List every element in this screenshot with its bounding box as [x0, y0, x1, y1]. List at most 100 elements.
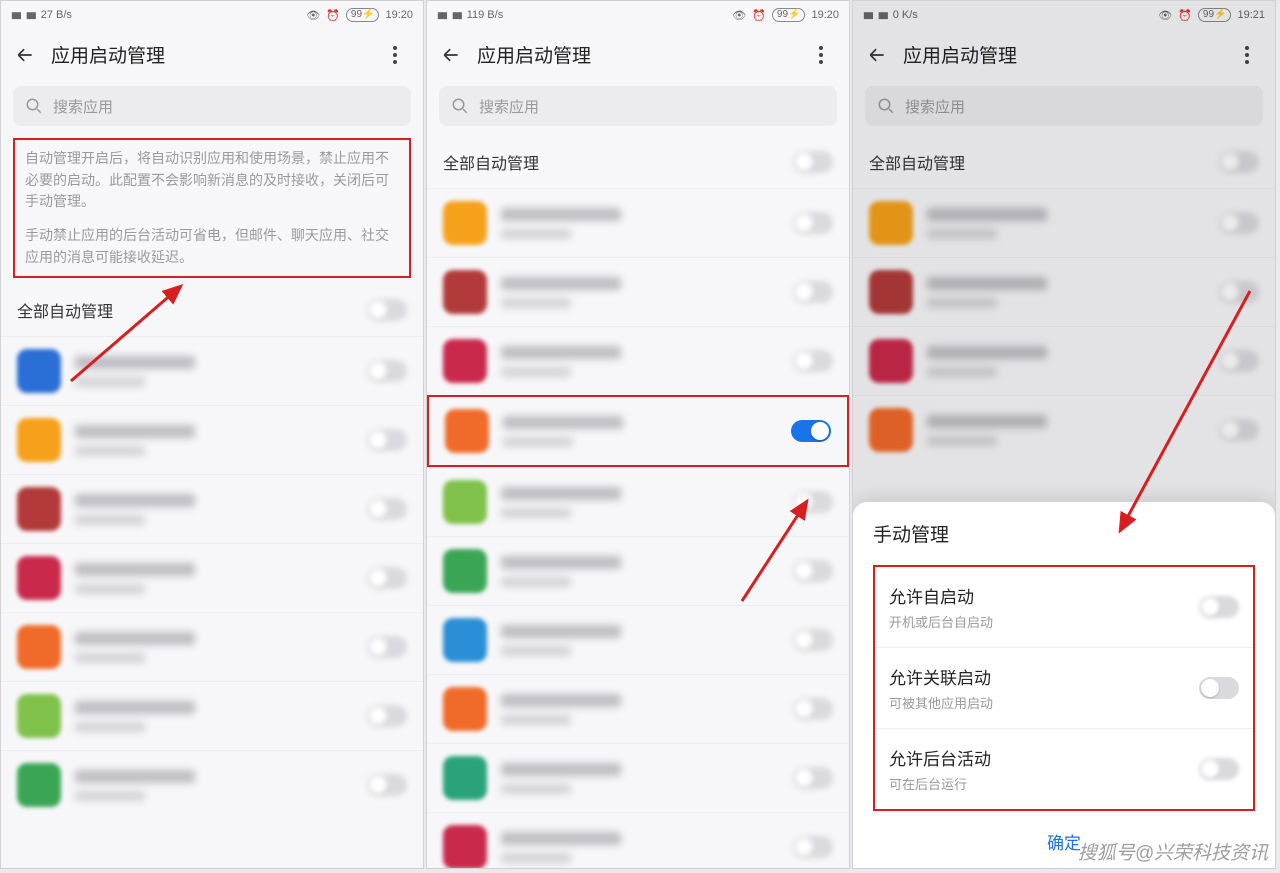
app-label — [503, 416, 777, 447]
app-toggle[interactable] — [367, 705, 407, 727]
back-icon[interactable] — [439, 43, 463, 67]
app-icon — [443, 687, 487, 731]
app-toggle[interactable] — [367, 498, 407, 520]
app-row[interactable] — [1, 681, 423, 750]
app-icon — [17, 556, 61, 600]
section-label: 全部自动管理 — [443, 150, 539, 174]
option-secondary-launch[interactable]: 允许关联启动 可被其他应用启动 — [875, 648, 1253, 729]
app-row[interactable] — [427, 743, 849, 812]
app-label — [501, 208, 779, 239]
battery-badge: 99⚡ — [346, 8, 380, 22]
clock: 19:21 — [1237, 9, 1265, 21]
app-row[interactable] — [427, 812, 849, 868]
app-toggle[interactable] — [367, 774, 407, 796]
battery-badge: 99⚡ — [772, 8, 806, 22]
more-icon[interactable] — [1235, 43, 1259, 67]
app-icon — [443, 201, 487, 245]
app-row[interactable] — [853, 395, 1275, 464]
app-list[interactable] — [427, 188, 849, 868]
app-label — [501, 694, 779, 725]
toggle-secondary-launch[interactable] — [1199, 677, 1239, 699]
app-toggle[interactable] — [1219, 281, 1259, 303]
app-toggle[interactable] — [1219, 419, 1259, 441]
search-input[interactable]: 搜索应用 — [865, 86, 1263, 126]
search-input[interactable]: 搜索应用 — [439, 86, 837, 126]
app-toggle[interactable] — [793, 629, 833, 651]
all-auto-manage-row[interactable]: 全部自动管理 — [1, 284, 423, 336]
page-title: 应用启动管理 — [51, 41, 383, 68]
app-list[interactable] — [1, 336, 423, 868]
app-row[interactable] — [427, 536, 849, 605]
alarm-icon: ⏰ — [326, 9, 340, 22]
app-toggle[interactable] — [367, 360, 407, 382]
search-input[interactable]: 搜索应用 — [13, 86, 411, 126]
app-toggle[interactable] — [793, 836, 833, 858]
more-icon[interactable] — [383, 43, 407, 67]
battery-badge: 99⚡ — [1198, 8, 1232, 22]
eye-icon: 👁 — [732, 9, 746, 22]
net-speed: 0 K/s — [893, 9, 918, 21]
app-row[interactable] — [427, 674, 849, 743]
clock: 19:20 — [811, 9, 839, 21]
phone-screenshot-1: 27 B/s 👁 ⏰ 99⚡ 19:20 应用启动管理 搜索应用 — [0, 0, 424, 869]
app-label — [927, 415, 1205, 446]
toggle-auto-launch[interactable] — [1199, 596, 1239, 618]
app-toggle[interactable] — [793, 491, 833, 513]
all-auto-manage-row[interactable]: 全部自动管理 — [853, 136, 1275, 188]
app-toggle[interactable] — [793, 281, 833, 303]
app-row[interactable] — [427, 257, 849, 326]
app-icon — [443, 339, 487, 383]
app-icon — [869, 408, 913, 452]
app-header: 应用启动管理 — [427, 29, 849, 78]
app-toggle[interactable] — [367, 636, 407, 658]
app-toggle[interactable] — [1219, 212, 1259, 234]
app-row[interactable] — [427, 188, 849, 257]
toggle-run-background[interactable] — [1199, 758, 1239, 780]
app-row[interactable] — [1, 474, 423, 543]
app-row[interactable] — [853, 188, 1275, 257]
option-title: 允许后台活动 — [889, 745, 991, 770]
app-row[interactable] — [853, 326, 1275, 395]
option-auto-launch[interactable]: 允许自启动 开机或后台自启动 — [875, 567, 1253, 648]
app-toggle[interactable] — [791, 420, 831, 442]
more-icon[interactable] — [809, 43, 833, 67]
app-row[interactable] — [427, 605, 849, 674]
all-auto-manage-row[interactable]: 全部自动管理 — [427, 136, 849, 188]
app-row[interactable] — [427, 395, 849, 467]
app-toggle[interactable] — [793, 212, 833, 234]
app-header: 应用启动管理 — [1, 29, 423, 78]
app-row[interactable] — [1, 543, 423, 612]
signal-icon — [878, 9, 887, 21]
phone-screenshot-3: 0 K/s 👁 ⏰ 99⚡ 19:21 应用启动管理 搜索应用 — [852, 0, 1276, 869]
toggle-all-auto[interactable] — [367, 299, 407, 321]
toggle-all-auto[interactable] — [793, 151, 833, 173]
app-row[interactable] — [427, 326, 849, 395]
app-icon — [443, 825, 487, 868]
app-row[interactable] — [1, 405, 423, 474]
status-bar: 0 K/s 👁 ⏰ 99⚡ 19:21 — [853, 1, 1275, 29]
app-label — [75, 632, 353, 663]
info-paragraph: 自动管理开启后，将自动识别应用和使用场景，禁止应用不必要的启动。此配置不会影响新… — [25, 148, 399, 213]
app-toggle[interactable] — [793, 350, 833, 372]
app-toggle[interactable] — [1219, 350, 1259, 372]
app-toggle[interactable] — [367, 429, 407, 451]
app-toggle[interactable] — [367, 567, 407, 589]
signal-icon — [26, 9, 35, 21]
app-label — [927, 346, 1205, 377]
app-label — [927, 208, 1205, 239]
app-row[interactable] — [427, 467, 849, 536]
app-toggle[interactable] — [793, 560, 833, 582]
option-run-background[interactable]: 允许后台活动 可在后台运行 — [875, 729, 1253, 809]
app-row[interactable] — [853, 257, 1275, 326]
app-icon — [869, 339, 913, 383]
toggle-all-auto[interactable] — [1219, 151, 1259, 173]
app-label — [501, 487, 779, 518]
status-bar: 27 B/s 👁 ⏰ 99⚡ 19:20 — [1, 1, 423, 29]
back-icon[interactable] — [865, 43, 889, 67]
app-toggle[interactable] — [793, 698, 833, 720]
app-row[interactable] — [1, 336, 423, 405]
app-row[interactable] — [1, 612, 423, 681]
app-toggle[interactable] — [793, 767, 833, 789]
app-row[interactable] — [1, 750, 423, 819]
back-icon[interactable] — [13, 43, 37, 67]
